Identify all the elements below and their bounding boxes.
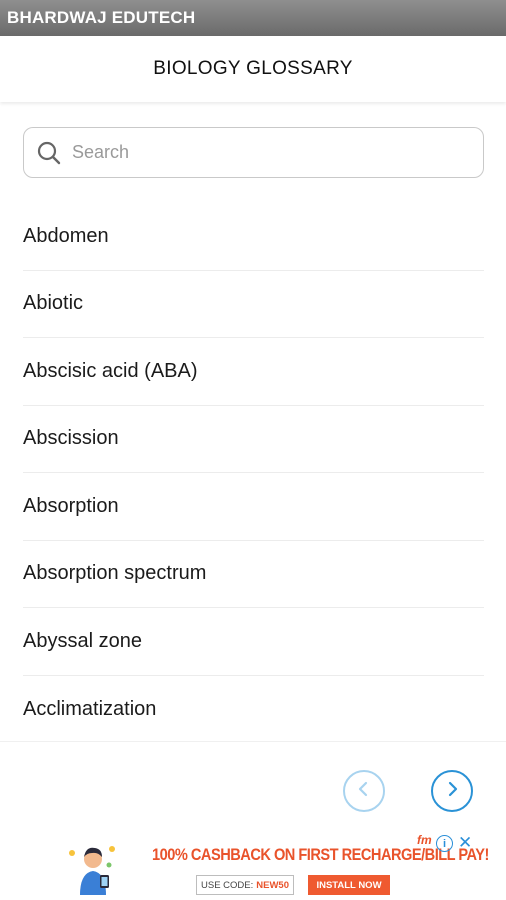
ad-code-value: NEW50 bbox=[256, 879, 289, 891]
glossary-item[interactable]: Absorption spectrum bbox=[23, 541, 484, 608]
info-icon[interactable]: i bbox=[436, 835, 453, 852]
ad-promo-code: USE CODE: NEW50 bbox=[196, 875, 294, 895]
ad-install-label: INSTALL NOW bbox=[316, 879, 382, 891]
glossary-item[interactable]: Abscission bbox=[23, 406, 484, 473]
search-input[interactable] bbox=[72, 142, 452, 163]
glossary-item[interactable]: Abyssal zone bbox=[23, 608, 484, 676]
ad-install-button[interactable]: INSTALL NOW bbox=[308, 875, 390, 895]
page-header: BIOLOGY GLOSSARY bbox=[0, 36, 506, 102]
ad-code-label: USE CODE: bbox=[201, 879, 254, 891]
glossary-list: Abdomen Abiotic Abscisic acid (ABA) Absc… bbox=[23, 203, 484, 743]
ad-illustration bbox=[62, 837, 124, 895]
glossary-item-label: Acclimatization bbox=[23, 697, 157, 720]
next-button[interactable] bbox=[431, 770, 473, 812]
page-title: BIOLOGY GLOSSARY bbox=[153, 58, 353, 79]
chevron-left-icon bbox=[354, 779, 374, 804]
glossary-item[interactable]: Abdomen bbox=[23, 203, 484, 271]
app-title: BHARDWAJ EDUTECH bbox=[7, 8, 196, 27]
app-titlebar: BHARDWAJ EDUTECH bbox=[0, 0, 506, 36]
chevron-right-icon bbox=[442, 779, 462, 804]
pager-bar bbox=[0, 741, 506, 833]
glossary-item-label: Abscission bbox=[23, 427, 119, 450]
glossary-item-label: Absorption spectrum bbox=[23, 562, 207, 585]
glossary-item-label: Abiotic bbox=[23, 292, 84, 315]
glossary-item-label: Abyssal zone bbox=[23, 629, 142, 652]
glossary-item[interactable]: Abscisic acid (ABA) bbox=[23, 338, 484, 406]
glossary-item-label: Abdomen bbox=[23, 224, 109, 247]
close-icon[interactable]: ✕ bbox=[458, 833, 472, 853]
glossary-item[interactable]: Absorption bbox=[23, 473, 484, 541]
glossary-item[interactable]: Acclimatization bbox=[23, 676, 484, 744]
ad-banner[interactable]: 100% CASHBACK ON FIRST RECHARGE/BILL PAY… bbox=[0, 833, 506, 900]
app-screen: BHARDWAJ EDUTECH BIOLOGY GLOSSARY Abdome… bbox=[0, 0, 506, 900]
search-icon bbox=[36, 140, 62, 166]
previous-button[interactable] bbox=[343, 770, 385, 812]
glossary-item-label: Abscisic acid (ABA) bbox=[23, 359, 198, 382]
search-box[interactable] bbox=[23, 127, 484, 178]
glossary-item[interactable]: Abiotic bbox=[23, 271, 484, 338]
ad-brand-logo: fm bbox=[417, 833, 432, 847]
glossary-item-label: Absorption bbox=[23, 494, 119, 517]
